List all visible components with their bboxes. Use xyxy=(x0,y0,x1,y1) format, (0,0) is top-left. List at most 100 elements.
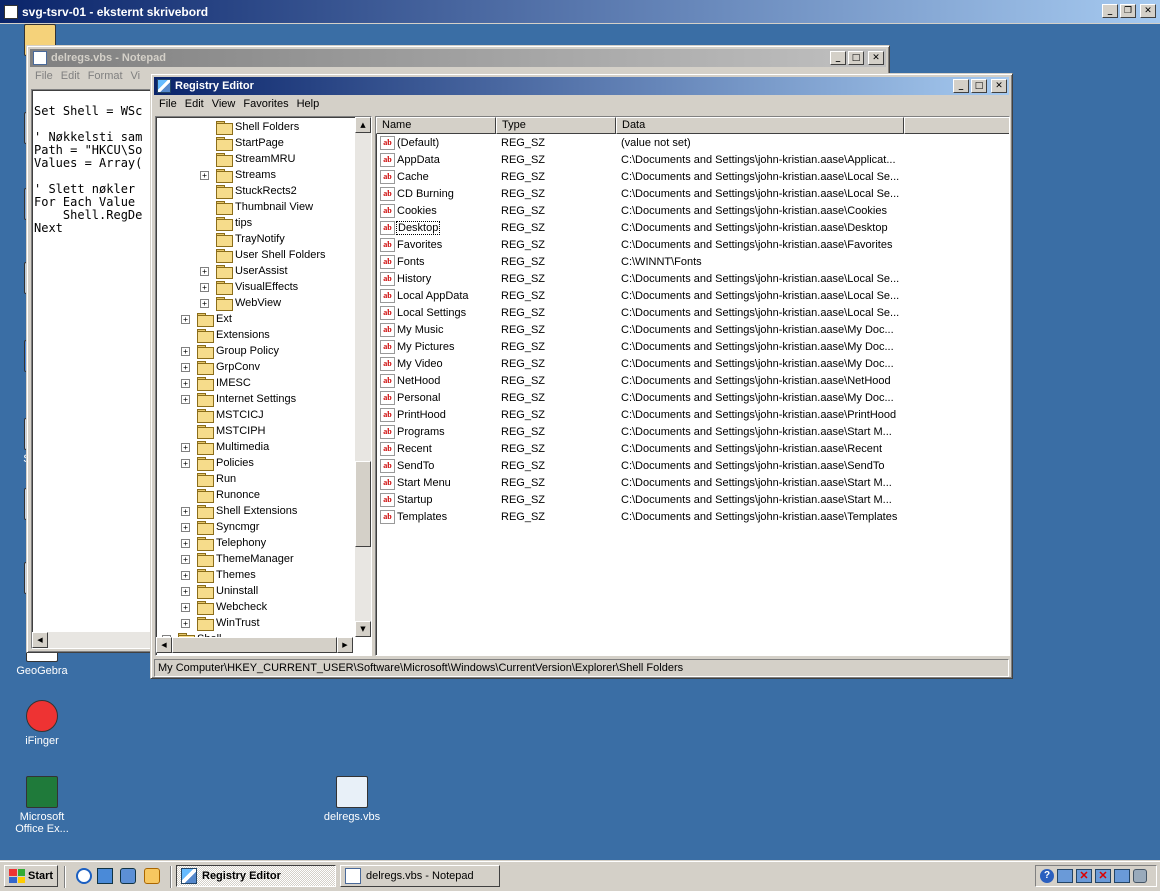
value-row[interactable]: ab Local Settings REG_SZ C:\Documents and S… xyxy=(380,304,1000,321)
value-row[interactable]: ab My Video REG_SZ C:\Documents and Setting… xyxy=(380,355,1000,372)
column-header-name[interactable]: Name xyxy=(376,117,496,134)
quicklaunch-clock-icon[interactable] xyxy=(144,868,160,884)
tree-item[interactable]: + Multimedia xyxy=(181,439,269,455)
tree-item[interactable]: + Themes xyxy=(181,567,256,583)
tree-item[interactable]: Runonce xyxy=(181,487,260,503)
expand-icon[interactable]: + xyxy=(181,602,190,612)
value-row[interactable]: ab Favorites REG_SZ C:\Documents and Settin… xyxy=(380,236,1000,253)
regedit-maximize-button[interactable]: □ xyxy=(971,79,987,93)
tree-item[interactable]: + Policies xyxy=(181,455,254,471)
notepad-menu-file[interactable]: File xyxy=(31,70,57,82)
tree-item[interactable]: + GrpConv xyxy=(181,359,260,375)
tree-item[interactable]: + Shell Extensions xyxy=(181,503,297,519)
tree-item[interactable]: MSTCICJ xyxy=(181,407,264,423)
tree-item[interactable]: StuckRects2 xyxy=(200,183,297,199)
notepad-title-bar[interactable]: delregs.vbs - Notepad _ □ ✕ xyxy=(30,49,886,67)
value-row[interactable]: ab NetHood REG_SZ C:\Documents and Settings… xyxy=(380,372,1000,389)
regedit-title-bar[interactable]: Registry Editor _ □ ✕ xyxy=(154,77,1009,95)
value-row[interactable]: ab Fonts REG_SZ C:\WINNT\Fonts xyxy=(380,253,1000,270)
expand-icon[interactable]: + xyxy=(181,378,190,388)
value-row[interactable]: ab Startup REG_SZ C:\Documents and Settings… xyxy=(380,491,1000,508)
tree-item[interactable]: Extensions xyxy=(181,327,270,343)
help-icon[interactable]: ? xyxy=(1040,869,1054,883)
rdp-close-button[interactable]: ✕ xyxy=(1140,4,1156,18)
expand-icon[interactable]: + xyxy=(181,618,190,628)
notepad-hscrollbar[interactable]: ◀ xyxy=(32,632,150,648)
taskbar-regedit-button[interactable]: Registry Editor xyxy=(176,865,336,887)
expand-icon[interactable]: + xyxy=(181,442,190,452)
expand-icon[interactable]: + xyxy=(181,362,190,372)
notepad-menu-format[interactable]: Format xyxy=(84,70,127,82)
expand-icon[interactable]: + xyxy=(200,282,209,292)
value-row[interactable]: ab Templates REG_SZ C:\Documents and Settin… xyxy=(380,508,1000,525)
tree-item[interactable]: TrayNotify xyxy=(200,231,285,247)
registry-tree-pane[interactable]: Shell Folders StartPage StreamMRU + Streams S… xyxy=(155,116,372,656)
tree-scroll-up-button[interactable]: ▲ xyxy=(355,117,371,133)
tree-item[interactable]: + VisualEffects xyxy=(200,279,298,295)
value-row[interactable]: ab CD Burning REG_SZ C:\Documents and Setti… xyxy=(380,185,1000,202)
notepad-menu-vi[interactable]: Vi xyxy=(127,70,145,82)
tree-item[interactable]: + Ext xyxy=(181,311,232,327)
value-row[interactable]: ab AppData REG_SZ C:\Documents and Settings… xyxy=(380,151,1000,168)
tree-item[interactable]: + Internet Settings xyxy=(181,391,296,407)
regedit-close-button[interactable]: ✕ xyxy=(991,79,1007,93)
expand-icon[interactable]: + xyxy=(181,586,190,596)
tree-scroll-down-button[interactable]: ▼ xyxy=(355,621,371,637)
tree-hscroll-thumb[interactable] xyxy=(172,637,337,653)
value-row[interactable]: ab Recent REG_SZ C:\Documents and Settings\… xyxy=(380,440,1000,457)
notepad-menu-edit[interactable]: Edit xyxy=(57,70,84,82)
tree-item[interactable]: + Uninstall xyxy=(181,583,258,599)
value-row[interactable]: ab History REG_SZ C:\Documents and Settings… xyxy=(380,270,1000,287)
expand-icon[interactable]: + xyxy=(181,314,190,324)
regedit-menu-edit[interactable]: Edit xyxy=(181,98,208,110)
tree-item[interactable]: + UserAssist xyxy=(200,263,288,279)
expand-icon[interactable]: + xyxy=(200,170,209,180)
expand-icon[interactable]: + xyxy=(181,554,190,564)
regedit-menu-help[interactable]: Help xyxy=(293,98,324,110)
expand-icon[interactable]: + xyxy=(181,458,190,468)
regedit-minimize-button[interactable]: _ xyxy=(953,79,969,93)
value-row[interactable]: ab PrintHood REG_SZ C:\Documents and Settin… xyxy=(380,406,1000,423)
tree-item[interactable]: + Group Policy xyxy=(181,343,279,359)
regedit-menu-view[interactable]: View xyxy=(208,98,240,110)
expand-icon[interactable]: + xyxy=(200,266,209,276)
rdp-title-bar[interactable]: svg-tsrv-01 - eksternt skrivebord _ ❐ ✕ xyxy=(0,0,1160,24)
tree-item[interactable]: tips xyxy=(200,215,252,231)
tree-scroll-thumb[interactable] xyxy=(355,461,371,547)
network-disconnected-icon[interactable]: ✕ xyxy=(1076,869,1092,883)
desktop-icon[interactable]: delregs.vbs xyxy=(314,776,390,823)
quicklaunch-ie-icon[interactable] xyxy=(76,868,92,884)
tree-item[interactable]: Run xyxy=(181,471,236,487)
notepad-scroll-left-button[interactable]: ◀ xyxy=(32,632,48,648)
tree-item[interactable]: MSTCIPH xyxy=(181,423,266,439)
expand-icon[interactable]: + xyxy=(181,522,190,532)
tree-item[interactable]: StartPage xyxy=(200,135,284,151)
tree-item[interactable]: + Webcheck xyxy=(181,599,267,615)
tree-vscrollbar[interactable]: ▲ ▼ xyxy=(355,117,371,637)
notepad-maximize-button[interactable]: □ xyxy=(848,51,864,65)
value-row[interactable]: ab Personal REG_SZ C:\Documents and Setting… xyxy=(380,389,1000,406)
regedit-menu-favorites[interactable]: Favorites xyxy=(239,98,292,110)
value-row[interactable]: ab Cache REG_SZ C:\Documents and Settings\j… xyxy=(380,168,1000,185)
registry-values-pane[interactable]: Name Type Data ab (Default) REG_SZ (value not… xyxy=(375,116,1010,656)
tree-scroll-left-button[interactable]: ◀ xyxy=(156,637,172,653)
value-row[interactable]: ab SendTo REG_SZ C:\Documents and Settings\… xyxy=(380,457,1000,474)
security-icon[interactable] xyxy=(1133,869,1147,883)
network-disconnected-icon[interactable]: ✕ xyxy=(1095,869,1111,883)
column-header-type[interactable]: Type xyxy=(496,117,616,134)
tree-item[interactable]: + IMESC xyxy=(181,375,251,391)
quicklaunch-explorer-icon[interactable] xyxy=(97,868,113,884)
tree-hscrollbar[interactable]: ◀ ▶ xyxy=(156,637,353,653)
tree-item[interactable]: + WinTrust xyxy=(181,615,260,631)
column-header-data[interactable]: Data xyxy=(616,117,904,134)
expand-icon[interactable]: + xyxy=(200,298,209,308)
tree-item[interactable]: + Streams xyxy=(200,167,276,183)
value-row[interactable]: ab Programs REG_SZ C:\Documents and Setting… xyxy=(380,423,1000,440)
tree-item[interactable]: StreamMRU xyxy=(200,151,296,167)
expand-icon[interactable]: + xyxy=(181,506,190,516)
tree-item[interactable]: + ThemeManager xyxy=(181,551,294,567)
network-icon[interactable] xyxy=(1114,869,1130,883)
start-button[interactable]: Start xyxy=(4,865,58,887)
notepad-close-button[interactable]: ✕ xyxy=(868,51,884,65)
desktop-icon[interactable]: iFinger xyxy=(4,700,80,747)
